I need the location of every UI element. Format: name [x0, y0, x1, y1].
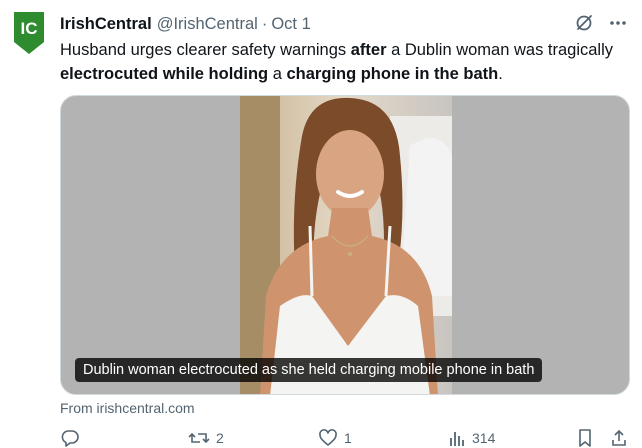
link-source[interactable]: From irishcentral.com	[60, 400, 195, 416]
retweet-button[interactable]: 2	[188, 428, 224, 448]
article-photo	[240, 96, 452, 394]
separator-dot: ·	[261, 14, 268, 33]
bookmark-button[interactable]	[576, 428, 594, 448]
views-bar-chart-icon	[450, 432, 464, 446]
like-button[interactable]: 1	[318, 428, 352, 448]
tweet-text-segment: a	[268, 65, 287, 83]
reply-button[interactable]	[60, 428, 86, 448]
tweet-actions-bar: 2 1 314	[60, 428, 632, 448]
tweet-text-segment: electrocuted while holding	[60, 65, 269, 83]
views-count: 314	[472, 430, 496, 446]
heart-icon	[319, 429, 337, 446]
bookmark-icon	[579, 429, 591, 447]
tweet-text-segment: after	[350, 41, 387, 59]
reply-bubble-icon	[61, 430, 79, 447]
avatar[interactable]: IC	[14, 12, 44, 54]
tweet-text-segment: Husband urges clearer safety warnings	[60, 41, 351, 59]
retweet-count: 2	[216, 430, 224, 446]
grok-slash-circle-icon	[576, 15, 592, 31]
like-count: 1	[344, 430, 352, 446]
more-options-button[interactable]	[608, 13, 628, 33]
irishcentral-logo-icon: IC	[14, 12, 44, 54]
media-caption: Dublin woman electrocuted as she held ch…	[75, 358, 543, 382]
header-actions	[574, 13, 628, 33]
tweet-header: IrishCentral @IrishCentral · Oct 1	[60, 13, 628, 35]
views-button[interactable]: 314	[448, 428, 495, 448]
tweet-text: Husband urges clearer safety warnings af…	[60, 38, 632, 86]
more-horizontal-icon	[610, 21, 626, 25]
retweet-icon	[188, 432, 210, 444]
tweet-text-segment: .	[498, 65, 503, 83]
share-button[interactable]	[610, 428, 628, 448]
share-upload-icon	[612, 429, 626, 446]
avatar-text: IC	[21, 19, 38, 38]
grok-button[interactable]	[574, 13, 594, 33]
tweet-text-segment: charging phone in the bath	[286, 65, 499, 83]
tweet-timestamp[interactable]: Oct 1	[271, 15, 310, 34]
author-handle[interactable]: @IrishCentral	[157, 15, 258, 34]
link-card-media[interactable]: Dublin woman electrocuted as she held ch…	[60, 95, 630, 395]
author-name[interactable]: IrishCentral	[60, 15, 152, 34]
tweet-text-segment: a Dublin woman was tragically	[386, 41, 614, 59]
